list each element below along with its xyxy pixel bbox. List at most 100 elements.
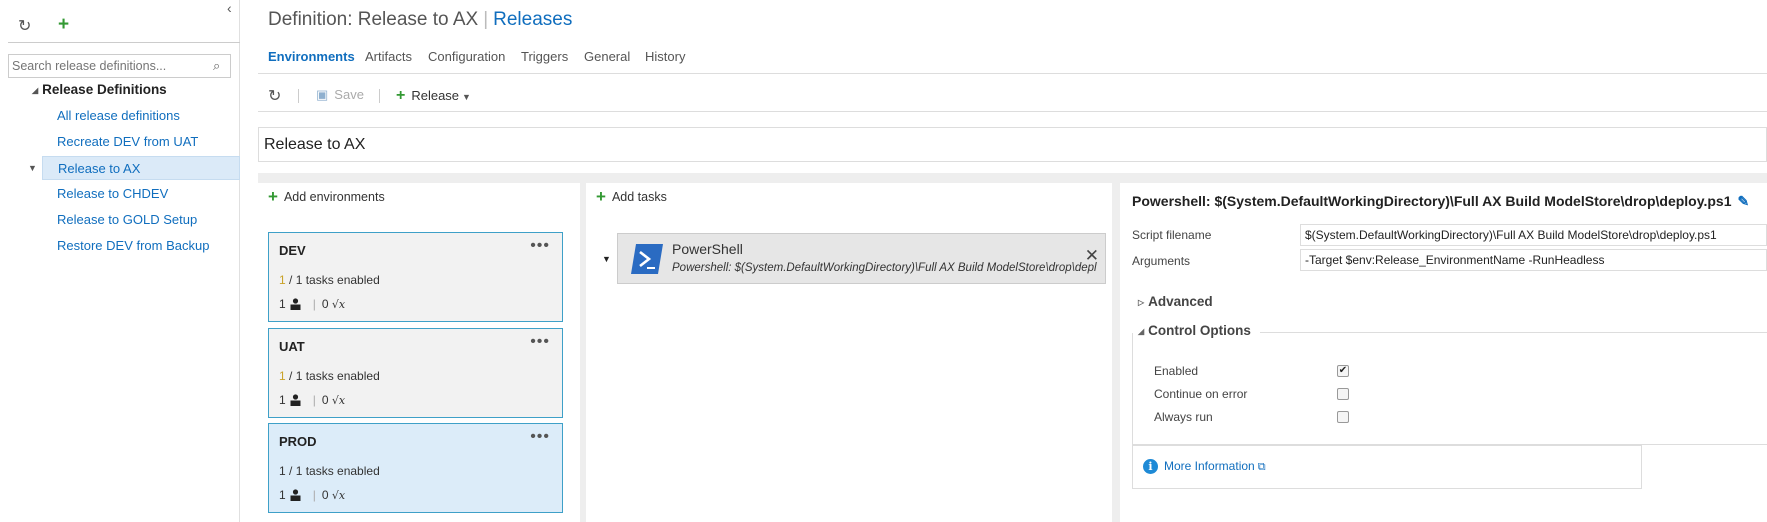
control-options-label: Control Options: [1148, 323, 1251, 338]
tab-artifacts[interactable]: Artifacts: [365, 49, 412, 64]
tasks-enabled: 1 / 1 tasks enabled: [279, 369, 380, 383]
environment-card-dev[interactable]: DEV ••• 1 / 1 tasks enabled 1 | 0 √x: [268, 232, 563, 322]
always-run-checkbox[interactable]: [1337, 411, 1349, 423]
edit-pencil-icon[interactable]: ✎: [1738, 193, 1750, 209]
add-environments-label: Add environments: [283, 190, 385, 204]
tasks-enabled: 1 / 1 tasks enabled: [279, 273, 380, 287]
refresh-icon[interactable]: ↻: [268, 86, 281, 106]
remove-task-icon[interactable]: ✕: [1085, 246, 1099, 266]
task-details-title: Powershell: $(System.DefaultWorkingDirec…: [1132, 193, 1749, 210]
script-filename-input[interactable]: $(System.DefaultWorkingDirectory)\Full A…: [1300, 224, 1767, 246]
approver-icon: [290, 489, 301, 501]
enabled-label: Enabled: [1154, 364, 1199, 378]
tasks-enabled-count: 1: [279, 464, 286, 478]
tasks-enabled-count: 1: [279, 273, 286, 287]
releases-link[interactable]: Releases: [493, 9, 572, 30]
tree-root-release-definitions[interactable]: ◢ Release Definitions: [32, 82, 167, 97]
sidebar-item-release-to-chdev[interactable]: Release to CHDEV: [42, 182, 240, 206]
environment-name: UAT: [279, 339, 305, 354]
control-options-section-toggle[interactable]: ◢ Control Options: [1138, 323, 1251, 338]
divider: [1260, 332, 1767, 333]
sidebar: ‹ ↻ + ⌕ ◢ Release Definitions All release…: [0, 0, 240, 522]
variables-icon: √x: [331, 489, 346, 502]
sidebar-item-label: Release to CHDEV: [57, 186, 169, 201]
continue-on-error-label: Continue on error: [1154, 387, 1248, 401]
task-subtitle: Powershell: $(System.DefaultWorkingDirec…: [672, 262, 1097, 274]
search-definitions-input[interactable]: [8, 54, 231, 78]
add-tasks-button[interactable]: + Add tasks: [596, 187, 667, 207]
release-label: Release: [411, 88, 460, 103]
sidebar-item-label: All release definitions: [57, 108, 180, 123]
tasks-enabled-text: / 1 tasks enabled: [285, 369, 380, 383]
environment-card-prod[interactable]: PROD ••• 1 / 1 tasks enabled 1 | 0 √x: [268, 423, 563, 513]
advanced-label: Advanced: [1148, 294, 1213, 309]
context-menu-caret-icon[interactable]: ▼: [28, 163, 37, 173]
plus-icon: +: [268, 187, 278, 206]
approvers-count: 1: [279, 297, 286, 311]
always-run-label: Always run: [1154, 410, 1213, 424]
tab-configuration[interactable]: Configuration: [428, 49, 505, 64]
save-button[interactable]: ▣ Save: [316, 87, 364, 103]
add-environments-button[interactable]: + Add environments: [268, 187, 385, 207]
task-caret-icon[interactable]: ▼: [602, 254, 611, 264]
sidebar-item-release-to-gold-setup[interactable]: Release to GOLD Setup: [42, 208, 240, 232]
environment-card-uat[interactable]: UAT ••• 1 / 1 tasks enabled 1 | 0 √x: [268, 328, 563, 418]
sidebar-item-label: Restore DEV from Backup: [57, 238, 210, 253]
definition-name-input[interactable]: [258, 127, 1767, 162]
tab-environments[interactable]: Environments: [268, 49, 355, 64]
arguments-label: Arguments: [1132, 254, 1191, 268]
divider: [258, 111, 1767, 112]
divider: [8, 42, 240, 43]
script-filename-label: Script filename: [1132, 228, 1212, 242]
plus-icon: +: [396, 87, 406, 104]
expanded-triangle-icon: ◢: [1138, 327, 1145, 336]
more-options-icon[interactable]: •••: [530, 237, 550, 255]
save-label: Save: [334, 87, 364, 102]
collapse-sidebar-icon[interactable]: ‹: [227, 0, 232, 16]
divider: [258, 73, 1767, 74]
sidebar-item-restore-dev-from-backup[interactable]: Restore DEV from Backup: [42, 234, 240, 258]
sidebar-item-all-release-definitions[interactable]: All release definitions: [42, 104, 240, 128]
stats-separator: |: [312, 297, 316, 311]
enabled-checkbox[interactable]: ✔: [1337, 365, 1349, 377]
add-definition-icon[interactable]: +: [58, 14, 69, 36]
continue-on-error-checkbox[interactable]: [1337, 388, 1349, 400]
toolbar-separator: [298, 89, 299, 103]
chevron-down-icon: ▼: [462, 92, 471, 102]
arguments-input[interactable]: -Target $env:Release_EnvironmentName -Ru…: [1300, 249, 1767, 271]
variables-count: 0: [321, 488, 329, 502]
search-icon[interactable]: ⌕: [213, 58, 220, 74]
task-title: PowerShell: [672, 241, 743, 257]
stats-separator: |: [312, 488, 316, 502]
external-link-icon: ⧉: [1257, 461, 1266, 473]
page-title: Definition: Release to AX | Releases: [268, 9, 572, 31]
more-information-link[interactable]: More Information ⧉: [1164, 459, 1266, 474]
tasks-enabled-text: / 1 tasks enabled: [285, 273, 380, 287]
stats-separator: |: [312, 393, 316, 407]
sidebar-item-label: Release to AX: [58, 161, 141, 176]
variables-icon: √x: [331, 298, 346, 311]
expanded-triangle-icon[interactable]: ◢: [32, 86, 38, 95]
variables-icon: √x: [331, 394, 346, 407]
advanced-section-toggle[interactable]: ▷ Advanced: [1138, 294, 1213, 309]
more-options-icon[interactable]: •••: [530, 333, 550, 351]
release-button[interactable]: + Release ▼: [396, 87, 471, 105]
sidebar-item-release-to-ax[interactable]: Release to AX: [42, 156, 240, 180]
title-separator: |: [483, 9, 489, 30]
more-options-icon[interactable]: •••: [530, 428, 550, 446]
environments-panel: + Add environments DEV ••• 1 / 1 tasks en…: [258, 183, 580, 522]
sidebar-item-recreate-dev-from-uat[interactable]: Recreate DEV from UAT: [42, 130, 240, 154]
sidebar-item-label: Recreate DEV from UAT: [57, 134, 199, 149]
task-item-powershell[interactable]: PowerShell Powershell: $(System.DefaultW…: [617, 233, 1106, 284]
environment-name: DEV: [279, 243, 306, 258]
tab-triggers[interactable]: Triggers: [521, 49, 568, 64]
tab-general[interactable]: General: [584, 49, 630, 64]
powershell-icon: [631, 244, 663, 274]
tab-history[interactable]: History: [645, 49, 685, 64]
info-icon: i: [1143, 459, 1158, 474]
tasks-enabled-text: / 1 tasks enabled: [285, 464, 380, 478]
task-details-title-text: Powershell: $(System.DefaultWorkingDirec…: [1132, 193, 1732, 209]
refresh-icon[interactable]: ↻: [18, 16, 31, 36]
tree-root-label: Release Definitions: [42, 82, 167, 97]
definition-title: Definition: Release to AX: [268, 9, 479, 30]
